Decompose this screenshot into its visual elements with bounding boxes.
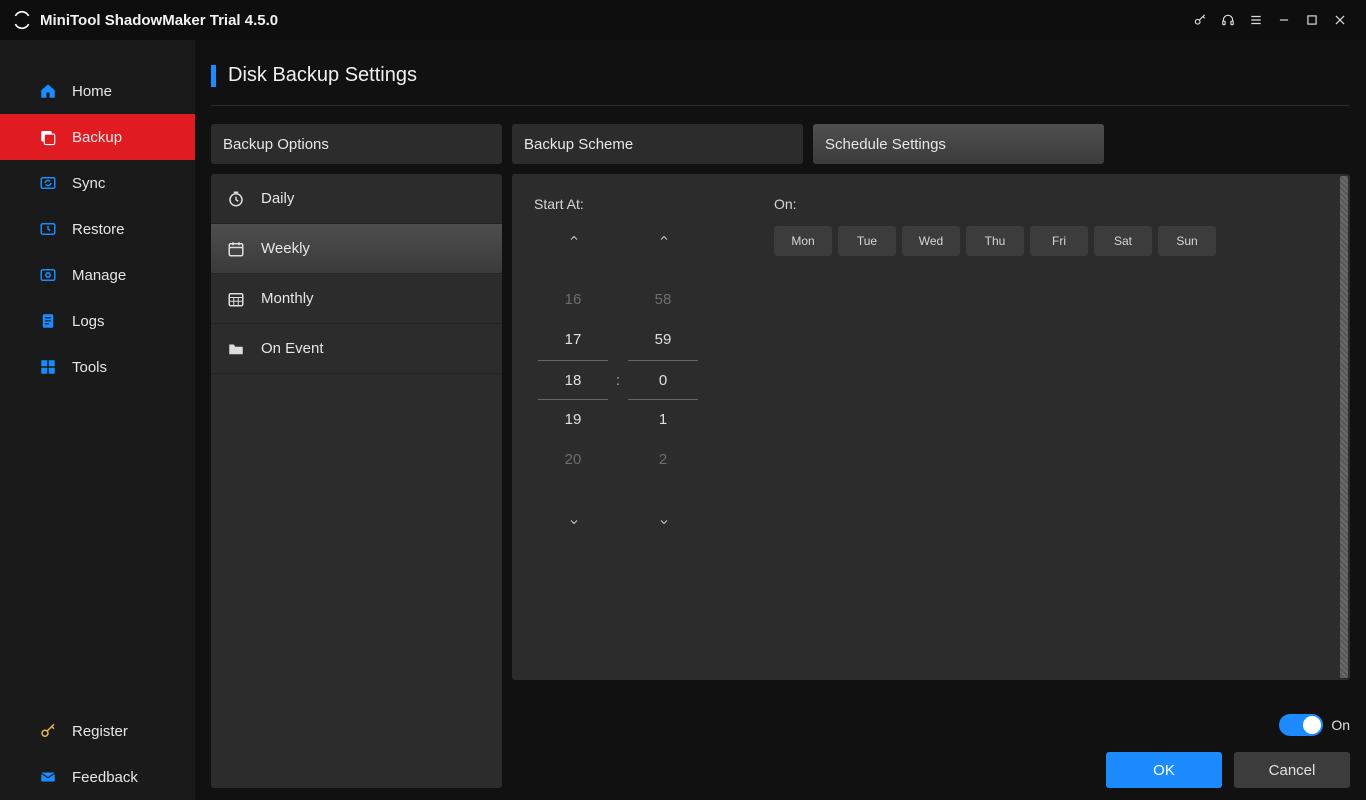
tab-backup-options[interactable]: Backup Options bbox=[211, 124, 502, 164]
calendar-month-icon bbox=[225, 288, 247, 310]
hour-down-button[interactable] bbox=[554, 508, 594, 536]
start-at-label: Start At: bbox=[534, 196, 714, 212]
hour-plus2: 20 bbox=[538, 440, 608, 480]
app-title: MiniTool ShadowMaker Trial 4.5.0 bbox=[40, 12, 278, 29]
hour-plus1: 19 bbox=[538, 400, 608, 440]
minute-down-button[interactable] bbox=[644, 508, 684, 536]
tab-schedule-settings[interactable]: Schedule Settings bbox=[813, 124, 1104, 164]
clock-icon bbox=[225, 188, 247, 210]
settings-tabs: Backup Options Backup Scheme Schedule Se… bbox=[211, 124, 1350, 164]
cancel-button[interactable]: Cancel bbox=[1234, 752, 1350, 788]
footer: On OK Cancel bbox=[211, 714, 1350, 788]
sidebar-item-register[interactable]: Register bbox=[0, 708, 195, 754]
day-button-sat[interactable]: Sat bbox=[1094, 226, 1152, 256]
sidebar-item-label: Home bbox=[72, 83, 112, 100]
schedule-mode-label: On Event bbox=[261, 340, 324, 357]
time-colon: : bbox=[608, 372, 628, 389]
tools-icon bbox=[38, 357, 58, 377]
hour-minus2: 16 bbox=[538, 280, 608, 320]
day-button-thu[interactable]: Thu bbox=[966, 226, 1024, 256]
schedule-mode-monthly[interactable]: Monthly bbox=[211, 274, 502, 324]
logs-icon bbox=[38, 311, 58, 331]
minute-minus2: 58 bbox=[628, 280, 698, 320]
sidebar-item-label: Logs bbox=[72, 313, 105, 330]
content-area: Disk Backup Settings Backup Options Back… bbox=[195, 40, 1366, 800]
minute-up-button[interactable] bbox=[644, 224, 684, 252]
day-button-wed[interactable]: Wed bbox=[902, 226, 960, 256]
key-icon[interactable] bbox=[1186, 6, 1214, 34]
maximize-button[interactable] bbox=[1298, 6, 1326, 34]
sidebar-item-home[interactable]: Home bbox=[0, 68, 195, 114]
schedule-mode-daily[interactable]: Daily bbox=[211, 174, 502, 224]
minute-minus1: 59 bbox=[628, 320, 698, 360]
sidebar-item-feedback[interactable]: Feedback bbox=[0, 754, 195, 800]
sidebar-item-restore[interactable]: Restore bbox=[0, 206, 195, 252]
on-label: On: bbox=[774, 196, 1216, 212]
panel-scrollbar[interactable] bbox=[1340, 176, 1348, 678]
toggle-label: On bbox=[1331, 717, 1350, 733]
sidebar-item-manage[interactable]: Manage bbox=[0, 252, 195, 298]
hour-wheel[interactable]: 16 17 18 19 20 bbox=[538, 280, 608, 480]
hour-selected: 18 bbox=[538, 360, 608, 400]
hour-up-button[interactable] bbox=[554, 224, 594, 252]
home-icon bbox=[38, 81, 58, 101]
day-button-fri[interactable]: Fri bbox=[1030, 226, 1088, 256]
day-button-tue[interactable]: Tue bbox=[838, 226, 896, 256]
sidebar: Home Backup Sync Restore Manage Logs Too… bbox=[0, 40, 195, 800]
tab-backup-scheme[interactable]: Backup Scheme bbox=[512, 124, 803, 164]
key-icon bbox=[38, 721, 58, 741]
restore-icon bbox=[38, 219, 58, 239]
toggle-switch-on[interactable] bbox=[1279, 714, 1323, 736]
minute-selected: 0 bbox=[628, 360, 698, 400]
schedule-mode-weekly[interactable]: Weekly bbox=[211, 224, 502, 274]
schedule-mode-list: Daily Weekly Monthly On Event bbox=[211, 174, 502, 788]
headset-icon[interactable] bbox=[1214, 6, 1242, 34]
sync-icon bbox=[38, 173, 58, 193]
day-button-sun[interactable]: Sun bbox=[1158, 226, 1216, 256]
day-button-mon[interactable]: Mon bbox=[774, 226, 832, 256]
sidebar-item-tools[interactable]: Tools bbox=[0, 344, 195, 390]
sidebar-item-label: Feedback bbox=[72, 769, 138, 786]
sidebar-item-label: Manage bbox=[72, 267, 126, 284]
schedule-mode-label: Monthly bbox=[261, 290, 314, 307]
schedule-mode-label: Daily bbox=[261, 190, 294, 207]
close-button[interactable] bbox=[1326, 6, 1354, 34]
minimize-button[interactable] bbox=[1270, 6, 1298, 34]
sidebar-item-label: Backup bbox=[72, 129, 122, 146]
folder-icon bbox=[225, 338, 247, 360]
sidebar-item-backup[interactable]: Backup bbox=[0, 114, 195, 160]
ok-button[interactable]: OK bbox=[1106, 752, 1222, 788]
sidebar-item-sync[interactable]: Sync bbox=[0, 160, 195, 206]
sidebar-item-logs[interactable]: Logs bbox=[0, 298, 195, 344]
schedule-config-panel: Start At: 16 17 18 19 20 bbox=[512, 174, 1350, 680]
app-logo-icon bbox=[12, 10, 32, 30]
schedule-mode-onevent[interactable]: On Event bbox=[211, 324, 502, 374]
page-heading: Disk Backup Settings bbox=[211, 64, 1350, 87]
menu-icon[interactable] bbox=[1242, 6, 1270, 34]
start-at-section: Start At: 16 17 18 19 20 bbox=[534, 196, 714, 536]
heading-divider bbox=[211, 105, 1350, 106]
schedule-mode-label: Weekly bbox=[261, 240, 310, 257]
sidebar-item-label: Register bbox=[72, 723, 128, 740]
minute-plus2: 2 bbox=[628, 440, 698, 480]
backup-icon bbox=[38, 127, 58, 147]
calendar-week-icon bbox=[225, 238, 247, 260]
titlebar: MiniTool ShadowMaker Trial 4.5.0 bbox=[0, 0, 1366, 40]
heading-accent-bar bbox=[211, 65, 216, 87]
minute-wheel[interactable]: 58 59 0 1 2 bbox=[628, 280, 698, 480]
minute-plus1: 1 bbox=[628, 400, 698, 440]
sidebar-item-label: Restore bbox=[72, 221, 125, 238]
page-title: Disk Backup Settings bbox=[228, 64, 417, 87]
sidebar-item-label: Tools bbox=[72, 359, 107, 376]
schedule-toggle[interactable]: On bbox=[1279, 714, 1350, 736]
manage-icon bbox=[38, 265, 58, 285]
mail-icon bbox=[38, 767, 58, 787]
sidebar-item-label: Sync bbox=[72, 175, 105, 192]
hour-minus1: 17 bbox=[538, 320, 608, 360]
on-days-section: On: Mon Tue Wed Thu Fri Sat Sun bbox=[774, 196, 1216, 536]
